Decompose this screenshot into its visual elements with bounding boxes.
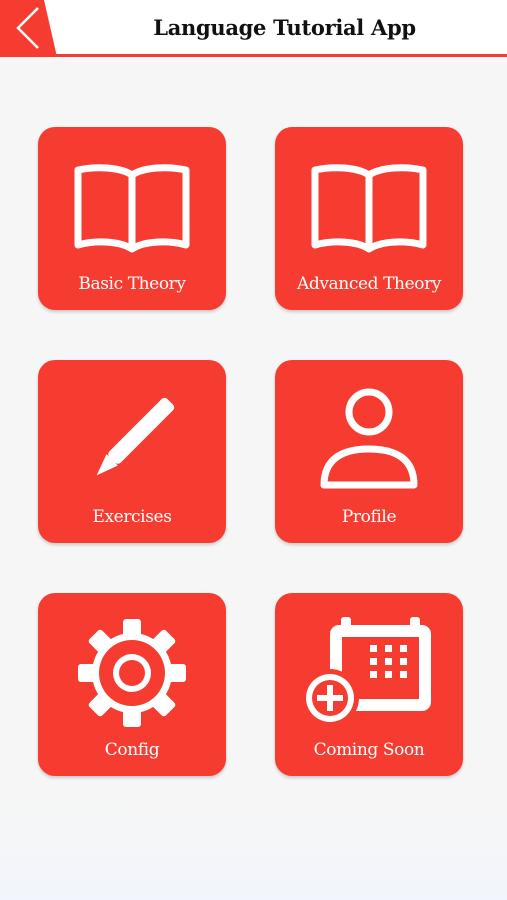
page-title: Language Tutorial App — [153, 15, 416, 40]
open-book-icon — [38, 151, 226, 263]
menu-tile-profile[interactable]: Profile — [275, 360, 463, 543]
menu-tile-config[interactable]: Config — [38, 593, 226, 776]
menu-tile-label: Config — [104, 740, 160, 760]
menu-tile-label: Basic Theory — [78, 274, 186, 294]
calendar-add-icon — [275, 617, 463, 729]
menu-tile-advanced-theory[interactable]: Advanced Theory — [275, 127, 463, 310]
back-button[interactable] — [0, 0, 57, 57]
menu-tile-label: Profile — [341, 507, 397, 527]
menu-tile-label: Exercises — [92, 507, 172, 527]
pencil-icon — [38, 384, 226, 496]
top-app-bar: Language Tutorial App — [0, 0, 507, 57]
menu-tile-label: Advanced Theory — [296, 274, 442, 294]
menu-tile-label: Coming Soon — [313, 740, 425, 760]
menu-tile-coming-soon[interactable]: Coming Soon — [275, 593, 463, 776]
open-book-icon — [275, 151, 463, 263]
menu-tile-exercises[interactable]: Exercises — [38, 360, 226, 543]
user-icon — [275, 384, 463, 496]
gear-icon — [38, 617, 226, 729]
chevron-left-icon — [0, 0, 57, 57]
menu-tile-basic-theory[interactable]: Basic Theory — [38, 127, 226, 310]
